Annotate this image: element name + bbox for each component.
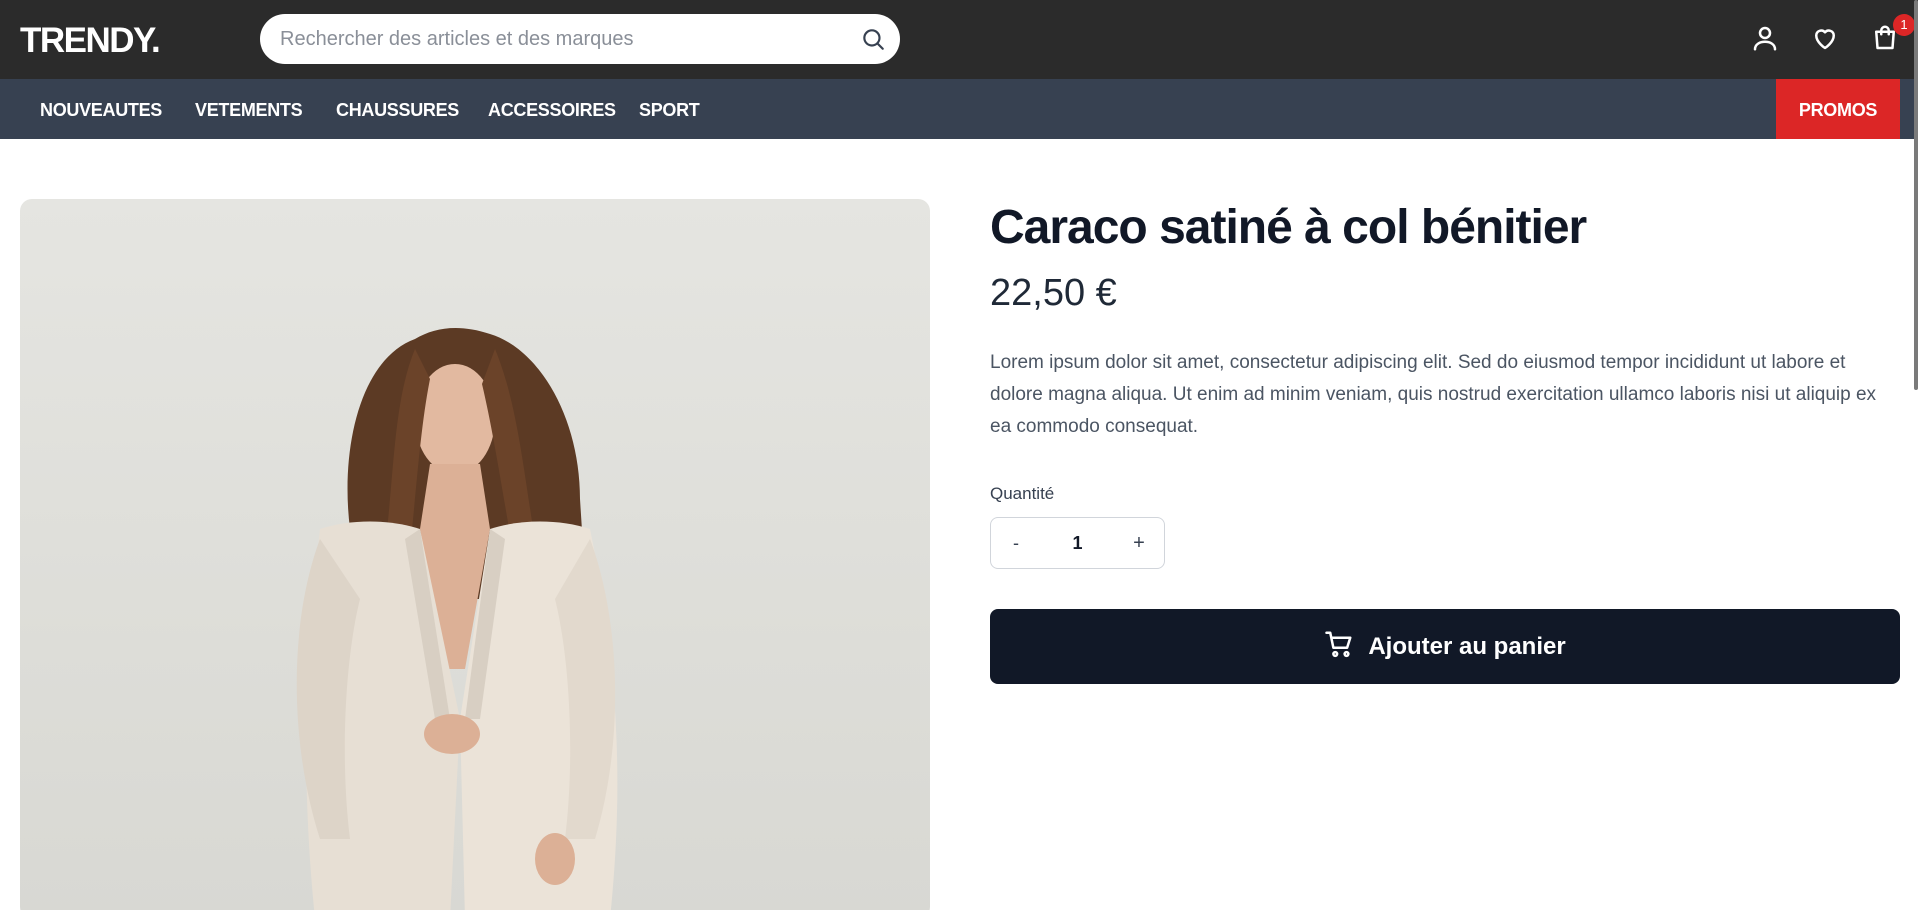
nav-item-accessoires[interactable]: ACCESSOIRES xyxy=(488,79,616,139)
nav-item-chaussures[interactable]: CHAUSSURES xyxy=(336,79,459,139)
product-image xyxy=(20,199,930,910)
nav-item-nouveautes[interactable]: NOUVEAUTES xyxy=(40,79,162,139)
search-icon[interactable] xyxy=(860,26,886,52)
search-input[interactable] xyxy=(280,14,840,64)
nav-item-sport[interactable]: SPORT xyxy=(639,79,700,139)
quantity-value[interactable]: 1 xyxy=(1041,518,1114,568)
search-bar xyxy=(260,14,900,64)
heart-icon[interactable] xyxy=(1807,20,1843,56)
page-scrollbar[interactable] xyxy=(1914,0,1918,390)
quantity-stepper: - 1 + xyxy=(990,517,1165,569)
cart-count-badge: 1 xyxy=(1893,14,1915,36)
add-to-cart-button[interactable]: Ajouter au panier xyxy=(990,609,1900,684)
product-price: 22,50 € xyxy=(990,272,1117,314)
nav-item-promos[interactable]: PROMOS xyxy=(1776,79,1900,139)
category-nav: NOUVEAUTES VETEMENTS CHAUSSURES ACCESSOI… xyxy=(0,79,1918,139)
quantity-label: Quantité xyxy=(990,484,1055,503)
quantity-decrease-button[interactable]: - xyxy=(991,518,1041,568)
product-title: Caraco satiné à col bénitier xyxy=(990,201,1587,254)
user-icon[interactable] xyxy=(1747,20,1783,56)
add-to-cart-label: Ajouter au panier xyxy=(1368,632,1566,660)
logo[interactable]: TRENDY. xyxy=(20,21,161,61)
product-description: Lorem ipsum dolor sit amet, consectetur … xyxy=(990,352,1877,437)
top-header: TRENDY. 1 xyxy=(0,0,1918,79)
nav-item-vetements[interactable]: VETEMENTS xyxy=(195,79,303,139)
cart-icon xyxy=(1324,629,1354,664)
quantity-increase-button[interactable]: + xyxy=(1114,518,1164,568)
